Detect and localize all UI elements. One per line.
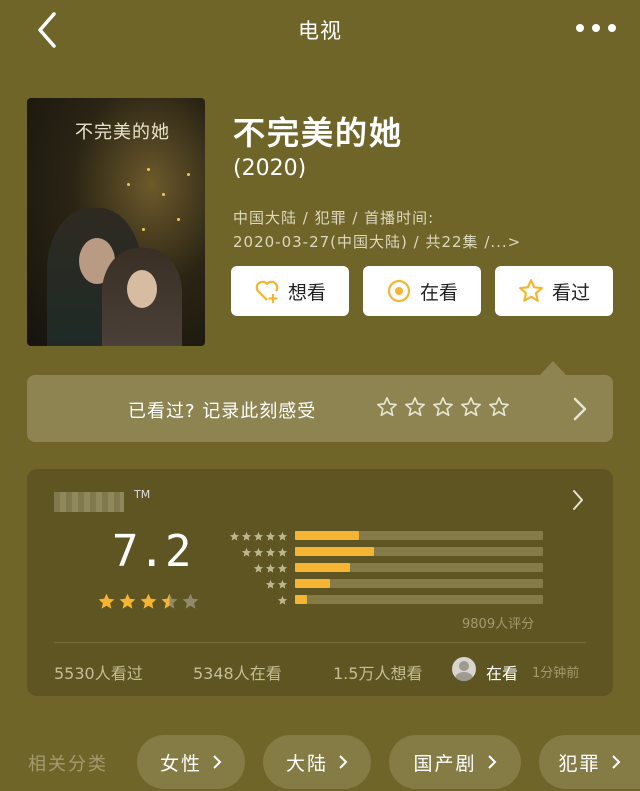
chevron-right-icon[interactable] (572, 396, 588, 422)
friend-status: 在看 (486, 664, 519, 683)
category-chip-female[interactable]: 女性 (137, 735, 245, 789)
chevron-right-icon (213, 755, 222, 769)
show-meta-line1[interactable]: 中国大陆 / 犯罪 / 首播时间: (233, 207, 434, 228)
star-small-icon (253, 547, 264, 557)
more-dots-icon[interactable] (576, 22, 616, 34)
distribution-fill-2 (295, 579, 330, 588)
star-outline-icon (519, 279, 543, 302)
star-small-icon (253, 563, 264, 573)
rating-chevron-right-icon[interactable] (572, 489, 584, 511)
distribution-bar-4 (295, 547, 543, 556)
category-chip-mainland[interactable]: 大陆 (263, 735, 371, 789)
page-title: 电视 (298, 19, 342, 43)
record-rating-stars[interactable] (376, 396, 510, 418)
rater-count: 9809人评分 (462, 617, 535, 632)
star-outline-icon[interactable] (432, 396, 454, 418)
star-small-icon (277, 595, 288, 605)
distribution-stars-3 (222, 560, 288, 576)
watching-button[interactable]: 在看 (363, 266, 481, 316)
chevron-right-icon (611, 755, 620, 769)
category-label: 大陆 (285, 752, 328, 775)
star-filled-icon (119, 593, 136, 609)
show-title: 不完美的她 (233, 114, 404, 152)
friend-avatar[interactable] (452, 657, 476, 681)
star-small-icon (265, 563, 276, 573)
star-small-icon (229, 531, 240, 541)
distribution-fill-1 (295, 595, 307, 604)
related-categories-label: 相关分类 (28, 754, 108, 775)
poster-title: 不完美的她 (75, 122, 170, 143)
distribution-bar-1 (295, 595, 543, 604)
star-outline-icon[interactable] (488, 396, 510, 418)
star-small-icon (277, 547, 288, 557)
watching-count[interactable]: 5348人在看 (193, 660, 282, 684)
distribution-stars-4 (222, 544, 288, 560)
distribution-bar-2 (295, 579, 543, 588)
chevron-right-icon (339, 755, 348, 769)
rating-brand-logo (54, 492, 124, 512)
chevron-right-icon (487, 755, 496, 769)
star-filled-icon (98, 593, 115, 609)
divider (54, 642, 586, 643)
circle-dot-icon (387, 279, 411, 303)
star-outline-icon[interactable] (460, 396, 482, 418)
heart-plus-icon (255, 280, 279, 303)
want-count[interactable]: 1.5万人想看 (333, 660, 422, 684)
star-small-icon (265, 579, 276, 589)
distribution-stars-5 (222, 528, 288, 544)
watched-count[interactable]: 5530人看过 (54, 660, 143, 684)
distribution-stars-1 (222, 592, 288, 608)
star-small-icon (265, 531, 276, 541)
star-small-icon (277, 563, 288, 573)
star-filled-icon (140, 593, 157, 609)
star-empty-icon (182, 593, 199, 609)
distribution-fill-5 (295, 531, 359, 540)
distribution-fill-4 (295, 547, 374, 556)
poster-image[interactable]: 不完美的她 (27, 98, 205, 346)
watched-label: 看过 (551, 281, 590, 304)
category-chip-crime[interactable]: 犯罪 (539, 735, 640, 789)
distribution-fill-3 (295, 563, 350, 572)
record-feeling-label: 已看过? 记录此刻感受 (128, 401, 317, 422)
friend-time-ago: 1分钟前 (532, 666, 580, 681)
watched-button[interactable]: 看过 (495, 266, 613, 316)
category-label: 犯罪 (558, 752, 601, 775)
rating-distribution-labels (222, 528, 288, 608)
star-small-icon (241, 531, 252, 541)
show-meta-line2[interactable]: 2020-03-27(中国大陆) / 共22集 /...> (233, 231, 521, 252)
category-chip-domestic-drama[interactable]: 国产剧 (389, 735, 521, 789)
category-label: 女性 (159, 752, 202, 775)
watching-label: 在看 (419, 281, 458, 304)
distribution-bar-3 (295, 563, 543, 572)
trademark-label: TM (134, 488, 151, 501)
distribution-bar-5 (295, 531, 543, 540)
rating-score-stars (97, 592, 200, 611)
star-small-icon (241, 547, 252, 557)
want-to-watch-button[interactable]: 想看 (231, 266, 349, 316)
star-small-icon (253, 531, 264, 541)
star-small-icon (277, 531, 288, 541)
star-small-icon (277, 579, 288, 589)
callout-notch (540, 361, 566, 375)
category-label: 国产剧 (413, 752, 477, 775)
record-feeling-bar[interactable] (27, 375, 613, 442)
star-outline-icon[interactable] (404, 396, 426, 418)
distribution-stars-2 (222, 576, 288, 592)
show-year: (2020) (233, 156, 307, 181)
want-to-watch-label: 想看 (287, 281, 326, 304)
star-small-icon (265, 547, 276, 557)
star-outline-icon[interactable] (376, 396, 398, 418)
star-half-icon (161, 593, 178, 609)
rating-score: 7.2 (112, 526, 192, 577)
